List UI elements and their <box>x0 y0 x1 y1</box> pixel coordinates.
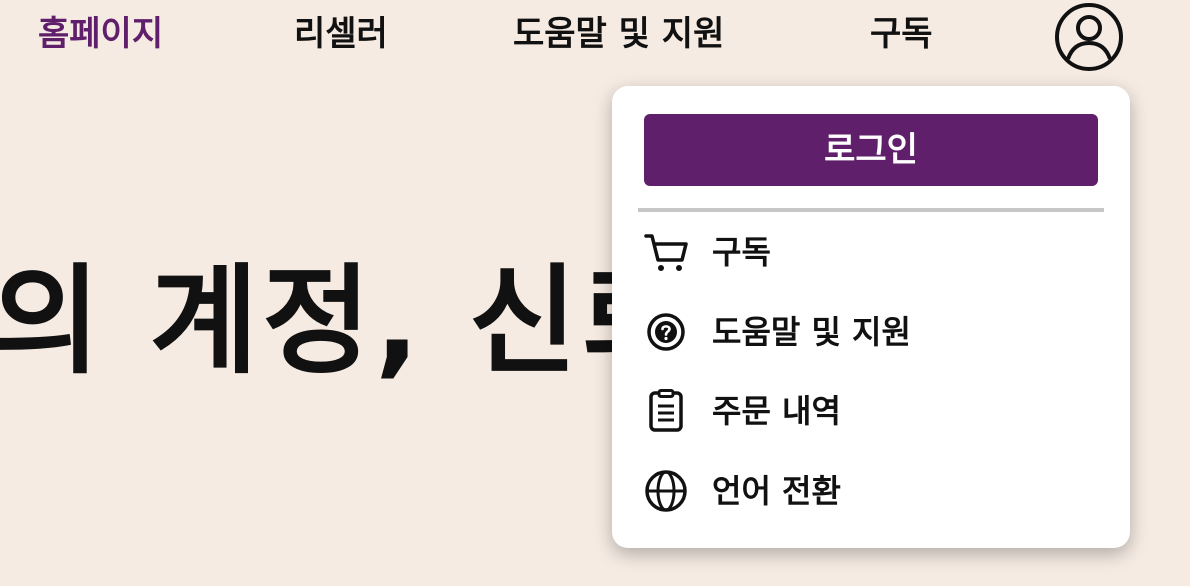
help-circle-icon <box>642 310 690 354</box>
account-dropdown-menu: 로그인 구독 도움말 및 지원 주문 내역 언어 전환 <box>612 86 1130 548</box>
menu-item-orders[interactable]: 주문 내역 <box>642 383 1100 439</box>
nav-help-link[interactable]: 도움말 및 지원 <box>513 12 724 56</box>
nav-home-link[interactable]: 홈페이지 <box>38 12 163 56</box>
menu-item-language[interactable]: 언어 전환 <box>642 463 1100 519</box>
hero-title: 의 계정, 신뢰 <box>0 252 694 390</box>
globe-icon <box>642 469 690 513</box>
menu-item-help[interactable]: 도움말 및 지원 <box>642 304 1100 360</box>
account-button[interactable] <box>1054 2 1124 72</box>
login-button[interactable]: 로그인 <box>644 114 1098 186</box>
menu-item-label: 도움말 및 지원 <box>712 313 911 351</box>
menu-divider <box>638 208 1104 212</box>
nav-subscribe-link[interactable]: 구독 <box>870 12 933 56</box>
clipboard-icon <box>642 389 690 433</box>
user-circle-icon <box>1055 3 1123 71</box>
menu-item-subscribe[interactable]: 구독 <box>642 224 1100 280</box>
menu-item-label: 구독 <box>712 233 771 271</box>
top-navigation: 홈페이지 리셀러 도움말 및 지원 구독 <box>0 0 1190 74</box>
menu-item-label: 주문 내역 <box>712 392 841 430</box>
cart-icon <box>642 230 690 274</box>
nav-reseller-link[interactable]: 리셀러 <box>294 12 388 56</box>
menu-item-label: 언어 전환 <box>712 472 841 510</box>
